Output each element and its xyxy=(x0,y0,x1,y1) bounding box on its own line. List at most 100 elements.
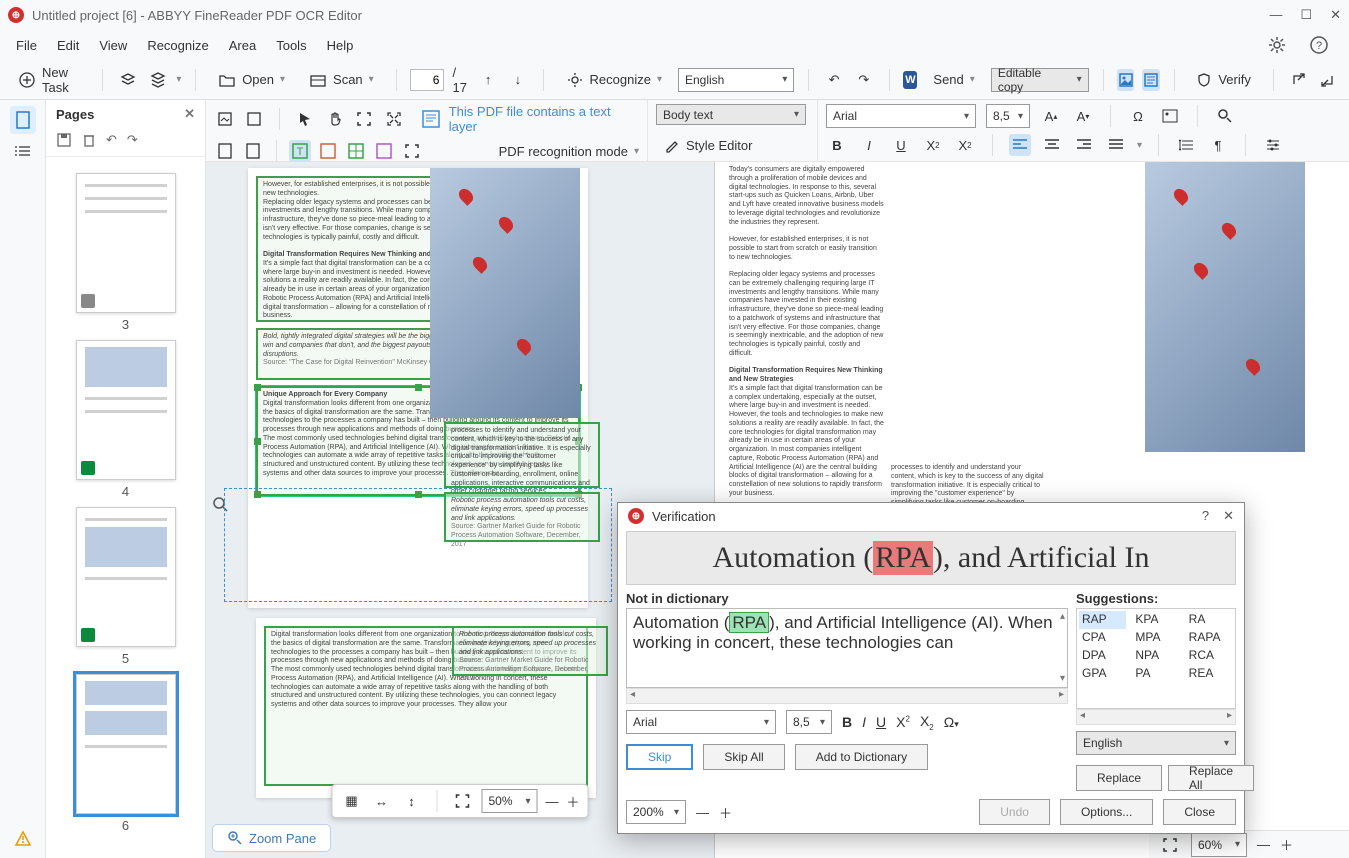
omega-icon[interactable]: Ω▾ xyxy=(944,714,959,730)
style-combo[interactable]: Body text xyxy=(656,104,806,125)
zoom-in-icon[interactable]: ＋ xyxy=(1280,835,1293,854)
zoom-combo[interactable]: 50% xyxy=(481,789,537,813)
menu-help[interactable]: Help xyxy=(327,38,354,53)
picture-insert-icon[interactable] xyxy=(1159,105,1181,127)
chevron-down-icon[interactable]: ▾ xyxy=(176,74,181,85)
fontsize-combo[interactable]: 8,5 xyxy=(986,104,1030,128)
maximize-icon[interactable]: ☐ xyxy=(1300,7,1312,23)
superscript-icon[interactable]: X2 xyxy=(922,134,944,156)
arrow-down-icon[interactable]: ↓ xyxy=(507,66,529,94)
help-icon[interactable]: ? xyxy=(1202,508,1209,524)
superscript-icon[interactable]: X2 xyxy=(896,714,910,730)
search-icon[interactable] xyxy=(1214,105,1236,127)
undo-icon[interactable]: ↶ xyxy=(106,132,117,148)
subscript-icon[interactable]: X2 xyxy=(954,134,976,156)
inc-font-icon[interactable]: A▴ xyxy=(1040,105,1062,127)
verify-button[interactable]: Verify xyxy=(1188,68,1259,92)
language-combo[interactable]: English xyxy=(678,68,794,92)
zoom-out-icon[interactable]: — xyxy=(1257,837,1270,852)
page-thumb-6[interactable] xyxy=(76,674,176,814)
menu-view[interactable]: View xyxy=(99,38,127,53)
right-zoom-combo[interactable]: 60% xyxy=(1191,833,1247,857)
stack-2-icon[interactable] xyxy=(147,66,169,94)
new-task-button[interactable]: New Task xyxy=(10,61,88,99)
send-button[interactable]: Send ▾ xyxy=(925,68,982,91)
pointer-icon[interactable] xyxy=(294,108,316,130)
menu-edit[interactable]: Edit xyxy=(57,38,79,53)
warning-icon[interactable] xyxy=(14,830,32,848)
editable-copy-combo[interactable]: Editable copy xyxy=(991,68,1089,92)
close-icon[interactable]: ✕ xyxy=(184,106,195,122)
undo-icon[interactable]: ↶ xyxy=(823,66,845,94)
close-button[interactable]: Close xyxy=(1163,799,1236,825)
options-button[interactable]: Options... xyxy=(1060,799,1153,825)
sliders-icon[interactable] xyxy=(1262,134,1284,156)
gear-icon[interactable] xyxy=(1263,31,1291,59)
replace-button[interactable]: Replace xyxy=(1076,765,1162,791)
zoom-in-icon[interactable]: ＋ xyxy=(719,803,732,822)
verify-lang-combo[interactable]: English xyxy=(1076,731,1236,755)
minimize-icon[interactable]: — xyxy=(1269,7,1282,23)
underline-icon[interactable]: U xyxy=(890,134,912,156)
fit-icon[interactable] xyxy=(1159,834,1181,856)
verification-textarea[interactable]: Automation (RPA), and Artificial Intelli… xyxy=(626,608,1068,688)
layout-2-icon[interactable]: ↔ xyxy=(370,790,392,812)
zoom-pane-button[interactable]: Zoom Pane xyxy=(212,824,331,852)
verify-size-combo[interactable]: 8,5 xyxy=(786,710,832,734)
italic-icon[interactable]: I xyxy=(858,134,880,156)
page-number-input[interactable] xyxy=(410,69,444,91)
close-icon[interactable]: ✕ xyxy=(1223,508,1234,524)
underline-icon[interactable]: U xyxy=(876,714,886,730)
suggestions-list[interactable]: RAP KPA RA CPA MPA RAPA DPA NPA RCA GPA … xyxy=(1076,608,1236,709)
help-icon[interactable]: ? xyxy=(1305,31,1333,59)
align-center-icon[interactable] xyxy=(1041,134,1063,156)
page-mode-icon[interactable] xyxy=(10,106,36,134)
save-icon[interactable] xyxy=(56,132,72,148)
page-thumb-4[interactable] xyxy=(76,340,176,480)
recognition-area-icon[interactable] xyxy=(373,140,395,162)
align-left-icon[interactable] xyxy=(1009,134,1031,156)
add-dictionary-button[interactable]: Add to Dictionary xyxy=(795,744,928,770)
scan-button[interactable]: Scan ▾ xyxy=(301,68,382,92)
trash-icon[interactable] xyxy=(82,132,96,148)
move-area-icon[interactable] xyxy=(244,108,266,130)
layout-1-icon[interactable]: ▦ xyxy=(340,790,362,812)
arrow-out-icon[interactable] xyxy=(1288,66,1310,94)
table-area-icon[interactable] xyxy=(345,140,367,162)
horizontal-scrollbar[interactable] xyxy=(626,688,1068,704)
omega-icon[interactable]: Ω xyxy=(1127,105,1149,127)
corners-2-icon[interactable] xyxy=(401,140,423,162)
arrow-in-icon[interactable] xyxy=(1317,66,1339,94)
align-right-icon[interactable] xyxy=(1073,134,1095,156)
recognize-button[interactable]: Recognize ▾ xyxy=(558,67,670,93)
zoom-out-icon[interactable]: — xyxy=(545,794,558,809)
text-pane-icon[interactable] xyxy=(1142,69,1159,91)
sugg-scrollbar[interactable] xyxy=(1076,709,1236,725)
bold-icon[interactable]: B xyxy=(826,134,848,156)
close-icon[interactable]: ✕ xyxy=(1330,7,1341,23)
zoom-in-icon[interactable]: ＋ xyxy=(566,792,579,811)
page-thumb-5[interactable] xyxy=(76,507,176,647)
menu-tools[interactable]: Tools xyxy=(276,38,306,53)
bold-icon[interactable]: B xyxy=(842,714,852,730)
draw-area-icon[interactable] xyxy=(214,108,236,130)
image-pane-icon[interactable] xyxy=(1117,69,1134,91)
align-justify-icon[interactable] xyxy=(1105,134,1127,156)
picture-area-icon[interactable] xyxy=(317,140,339,162)
pilcrow-icon[interactable]: ¶ xyxy=(1207,134,1229,156)
layout-3-icon[interactable]: ↕ xyxy=(400,790,422,812)
menu-recognize[interactable]: Recognize xyxy=(147,38,208,53)
redo-icon[interactable]: ↷ xyxy=(127,132,138,148)
dec-font-icon[interactable]: A▾ xyxy=(1072,105,1094,127)
verify-zoom-combo[interactable]: 200% xyxy=(626,800,686,824)
page-b-icon[interactable] xyxy=(242,140,264,162)
page-a-icon[interactable] xyxy=(214,140,236,162)
expand-icon[interactable] xyxy=(383,108,405,130)
open-button[interactable]: Open ▾ xyxy=(210,68,293,92)
corners-icon[interactable] xyxy=(353,108,375,130)
hand-icon[interactable] xyxy=(324,108,346,130)
line-spacing-icon[interactable] xyxy=(1175,134,1197,156)
subscript-icon[interactable]: X2 xyxy=(920,713,934,732)
list-mode-icon[interactable] xyxy=(14,144,32,158)
fit-icon[interactable] xyxy=(451,790,473,812)
